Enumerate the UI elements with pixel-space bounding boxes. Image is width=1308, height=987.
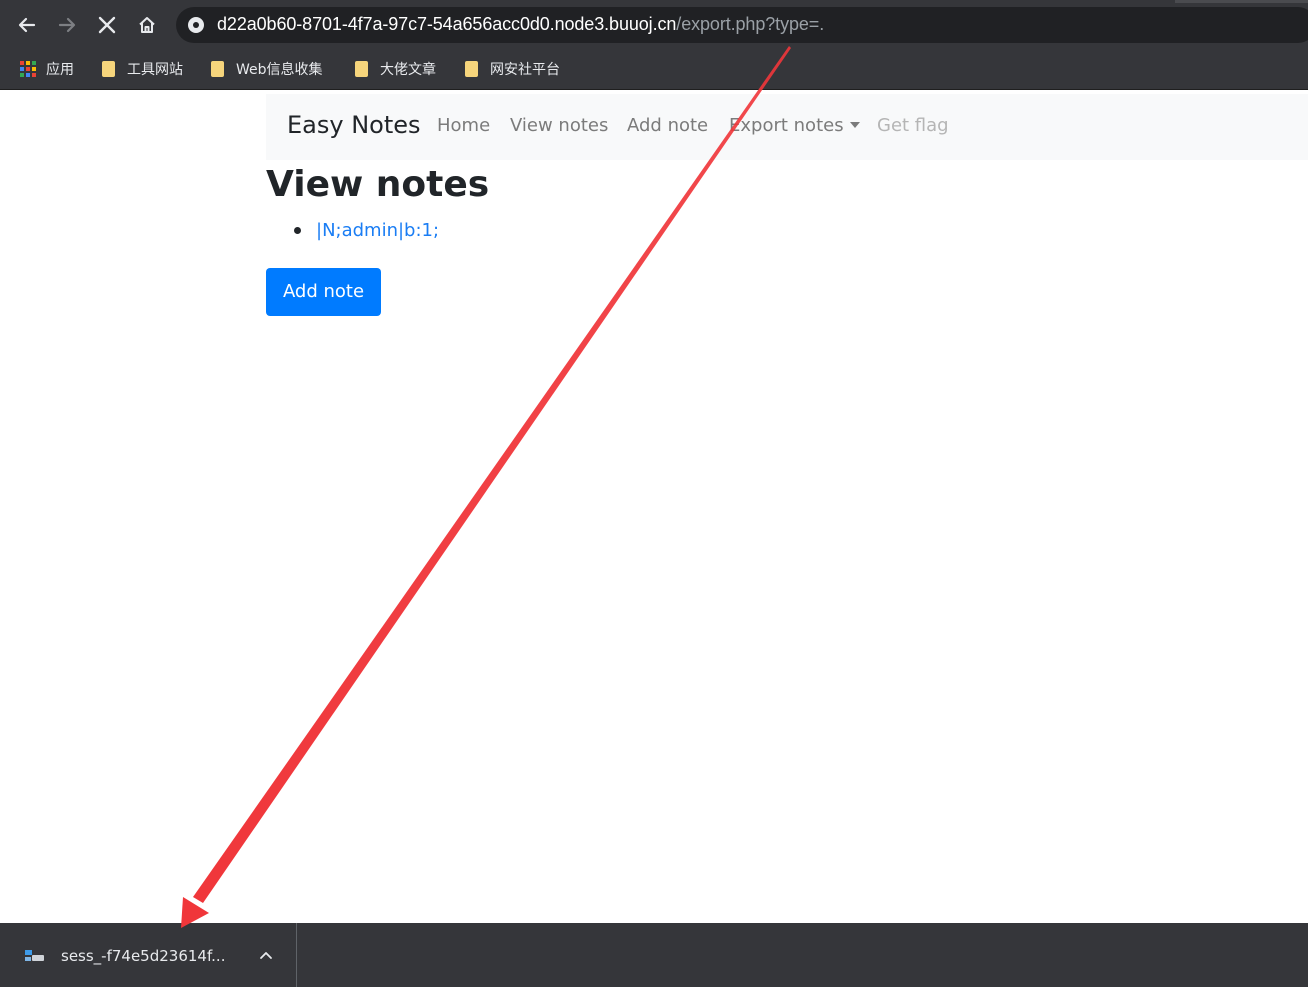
bookmark-label: 大佬文章 [380,62,436,78]
url-text[interactable]: d22a0b60-8701-4f7a-97c7-54a656acc0d0.nod… [217,14,824,35]
back-button[interactable] [10,8,44,42]
nav-home[interactable]: Home [437,115,490,136]
site-navbar: Easy Notes Home View notes Add note Expo… [266,94,1308,160]
bookmarks-bar: 应用 工具网站 Web信息收集 大佬文章 网安社平台 [0,50,1308,90]
home-icon [139,17,155,33]
folder-icon [355,61,368,77]
add-note-button[interactable]: Add note [266,268,381,316]
caret-down-icon [849,122,860,128]
nav-add-note[interactable]: Add note [627,115,708,136]
bookmark-label: 工具网站 [127,62,183,78]
tab-strip-edge [1175,0,1308,3]
bullet-icon [294,227,301,234]
url-host: d22a0b60-8701-4f7a-97c7-54a656acc0d0.nod… [217,14,677,34]
nav-export-notes-label: Export notes [729,115,844,136]
bookmark-articles[interactable]: 大佬文章 [355,59,436,79]
home-button[interactable] [130,8,164,42]
chevron-up-icon[interactable] [257,947,275,965]
download-filename: sess_-f74e5d23614f... [61,947,226,965]
nav-view-notes[interactable]: View notes [510,115,608,136]
globe-icon[interactable] [186,15,206,35]
stop-loading-button[interactable] [90,8,124,42]
download-shelf: sess_-f74e5d23614f... [0,923,1308,987]
address-bar[interactable]: d22a0b60-8701-4f7a-97c7-54a656acc0d0.nod… [176,7,1308,43]
arrow-left-icon [18,17,36,33]
close-icon [98,16,116,34]
notes-list: |N;admin|b:1; [294,220,439,241]
nav-get-flag: Get flag [877,115,949,136]
bookmark-tools[interactable]: 工具网站 [102,59,183,79]
bookmark-web-info[interactable]: Web信息收集 [211,59,323,79]
nav-export-notes-dropdown[interactable]: Export notes [729,115,860,136]
file-icon [25,950,44,961]
bookmark-label: Web信息收集 [236,62,323,78]
bookmark-apps[interactable]: 应用 [20,59,74,79]
folder-icon [465,61,478,77]
bookmark-label: 应用 [46,62,74,78]
folder-icon [102,61,115,77]
note-link[interactable]: |N;admin|b:1; [316,220,439,241]
arrow-right-icon [58,17,76,33]
url-path: /export.php?type=. [676,14,825,34]
bookmark-label: 网安社平台 [490,62,560,78]
download-item[interactable]: sess_-f74e5d23614f... [0,923,297,987]
bookmark-security-platform[interactable]: 网安社平台 [465,59,560,79]
apps-icon [20,61,36,77]
navbar-brand[interactable]: Easy Notes [287,111,421,139]
folder-icon [211,61,224,77]
page-title: View notes [266,164,490,205]
list-item: |N;admin|b:1; [294,220,439,241]
browser-toolbar: d22a0b60-8701-4f7a-97c7-54a656acc0d0.nod… [0,0,1308,50]
forward-button[interactable] [50,8,84,42]
